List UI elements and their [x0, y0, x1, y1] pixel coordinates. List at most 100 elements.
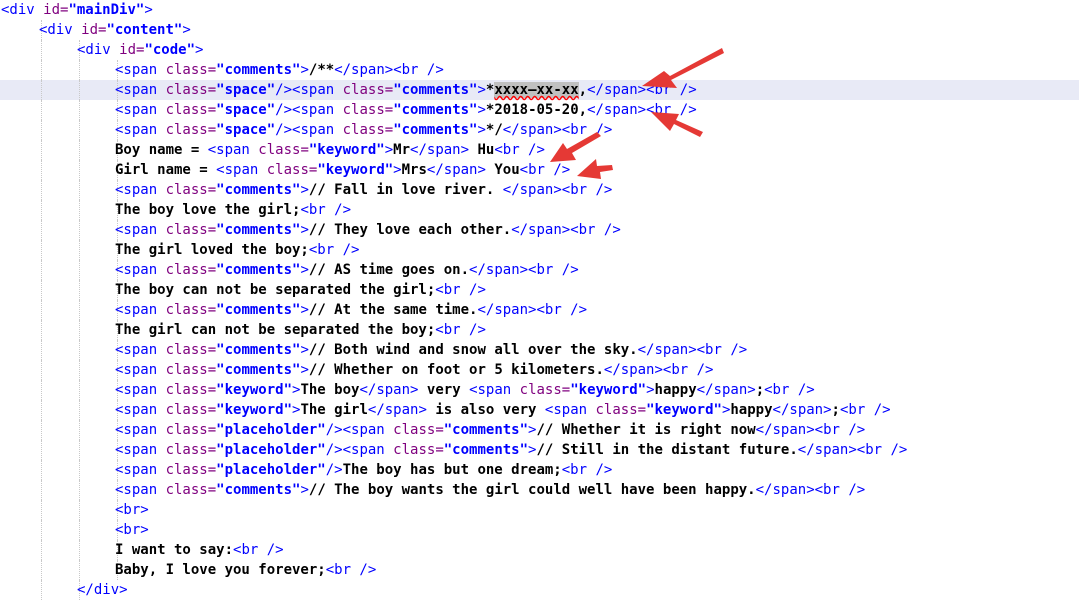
tag-token: <span [115, 302, 166, 318]
code-line[interactable]: <span class="comments">// Both wind and … [0, 340, 1079, 360]
indent-guide [41, 360, 42, 380]
code-line[interactable]: The girl can not be separated the boy;<b… [0, 320, 1079, 340]
tag-token: </span> [696, 382, 756, 398]
tag-token: > [300, 222, 309, 238]
tag-token: </span><br /> [502, 182, 613, 198]
tag-token: <span [115, 342, 166, 358]
code-line[interactable]: The boy love the girl;<br /> [0, 200, 1079, 220]
tag-token: <br> [115, 502, 149, 518]
indent-guide [41, 480, 42, 500]
code-line[interactable]: <div id="content"> [0, 20, 1079, 40]
text-token: // At the same time. [308, 302, 478, 318]
tag-token: /><span [325, 442, 394, 458]
code-line[interactable]: <span class="placeholder"/><span class="… [0, 440, 1079, 460]
code-text: <span class="keyword">The boy</span> ver… [115, 380, 815, 400]
code-line[interactable]: <span class="keyword">The girl</span> is… [0, 400, 1079, 420]
code-line[interactable]: Baby, I love you forever;<br /> [0, 560, 1079, 580]
tag-token: </span> [426, 162, 486, 178]
code-line[interactable]: <div id="code"> [0, 40, 1079, 60]
value-token: "comments" [443, 442, 529, 458]
attribute-token: id= [81, 22, 107, 38]
text-token: The girl can not be separated the boy; [115, 322, 436, 338]
indent-guide [79, 320, 80, 340]
attribute-token: class= [165, 102, 217, 118]
tag-token: <br /> [519, 162, 571, 178]
code-line[interactable]: <span class="comments">// At the same ti… [0, 300, 1079, 320]
code-line[interactable]: Boy name = <span class="keyword">Mr</spa… [0, 140, 1079, 160]
code-line[interactable]: <div id="mainDiv"> [0, 0, 1079, 20]
attribute-token: id= [43, 2, 69, 18]
tag-token: <span [115, 102, 166, 118]
value-token: "keyword" [646, 402, 722, 418]
indent-guide [41, 140, 42, 160]
indent-guide [79, 280, 80, 300]
code-text: The girl can not be separated the boy;<b… [115, 320, 486, 340]
code-line[interactable]: <span class="comments">// The boy wants … [0, 480, 1079, 500]
attribute-token: class= [165, 382, 217, 398]
code-line[interactable]: <span class="comments">// They love each… [0, 220, 1079, 240]
text-token: very [418, 382, 470, 398]
code-line[interactable]: The girl loved the boy;<br /> [0, 240, 1079, 260]
value-token: "placeholder" [216, 422, 326, 438]
tag-token: <br /> [839, 402, 891, 418]
indent-guide [79, 360, 80, 380]
tag-token: <br /> [494, 142, 545, 158]
code-line[interactable]: <span class="space"/><span class="commen… [0, 80, 1079, 100]
text-token: You [485, 162, 520, 178]
tag-token: </span><br /> [511, 222, 621, 238]
code-line[interactable]: The boy can not be separated the girl;<b… [0, 280, 1079, 300]
code-text: <span class="comments">// Fall in love r… [115, 180, 612, 200]
tag-token: </span><br /> [587, 102, 697, 118]
code-line[interactable]: <span class="space"/><span class="commen… [0, 100, 1079, 120]
value-token: "mainDiv" [68, 2, 145, 18]
indent-guide [41, 220, 42, 240]
code-text: The girl loved the boy;<br /> [115, 240, 359, 260]
value-token: "code" [144, 42, 196, 58]
attribute-token: class= [165, 262, 217, 278]
code-editor[interactable]: <div id="mainDiv"> <div id="content"> <div… [0, 0, 1079, 600]
attribute-token: class= [165, 422, 217, 438]
code-line[interactable]: <span class="comments">// Fall in love r… [0, 180, 1079, 200]
code-line[interactable]: I want to say:<br /> [0, 540, 1079, 560]
text-token: The boy has but one dream; [342, 462, 562, 478]
text-token: happy [730, 402, 773, 418]
code-line[interactable]: <span class="placeholder"/><span class="… [0, 420, 1079, 440]
code-line[interactable]: <span class="comments">// AS time goes o… [0, 260, 1079, 280]
attribute-token: class= [342, 102, 394, 118]
code-line[interactable]: <span class="keyword">The boy</span> ver… [0, 380, 1079, 400]
code-text: <span class="comments">/**</span><br /> [115, 60, 444, 80]
code-line[interactable]: <span class="placeholder"/>The boy has b… [0, 460, 1079, 480]
attribute-token: id= [119, 42, 145, 58]
code-line[interactable]: Girl name = <span class="keyword">Mrs</s… [0, 160, 1079, 180]
text-token: // Whether it is right now [536, 422, 756, 438]
text-token: // The boy wants the girl could well hav… [308, 482, 756, 498]
tag-token: > [477, 102, 486, 118]
value-token: "comments" [393, 102, 478, 118]
code-line[interactable]: <span class="space"/><span class="commen… [0, 120, 1079, 140]
tag-token: <div [1, 2, 44, 18]
code-line[interactable]: </div> [0, 580, 1079, 600]
code-line[interactable]: <span class="comments">/**</span><br /> [0, 60, 1079, 80]
indent-guide [79, 80, 80, 100]
code-line[interactable]: <span class="comments">// Whether on foo… [0, 360, 1079, 380]
tag-token: > [477, 82, 486, 98]
indent-guide [41, 380, 42, 400]
code-line[interactable]: <br> [0, 520, 1079, 540]
tag-token: <div [77, 42, 120, 58]
tag-token: > [300, 482, 309, 498]
attribute-token: class= [165, 342, 217, 358]
code-text: <span class="space"/><span class="commen… [115, 100, 697, 120]
code-text: The boy love the girl;<br /> [115, 200, 351, 220]
code-text: <span class="comments">// They love each… [115, 220, 621, 240]
tag-token: <span [115, 362, 166, 378]
indent-guide [79, 200, 80, 220]
tag-token: </div> [77, 582, 128, 598]
code-line[interactable]: <br> [0, 500, 1079, 520]
tag-token: /><span [325, 422, 394, 438]
code-text: <div id="mainDiv"> [1, 0, 153, 20]
indent-guide [79, 520, 80, 540]
indent-guide [79, 260, 80, 280]
indent-guide [79, 120, 80, 140]
attribute-token: class= [519, 382, 571, 398]
value-token: "comments" [216, 222, 301, 238]
